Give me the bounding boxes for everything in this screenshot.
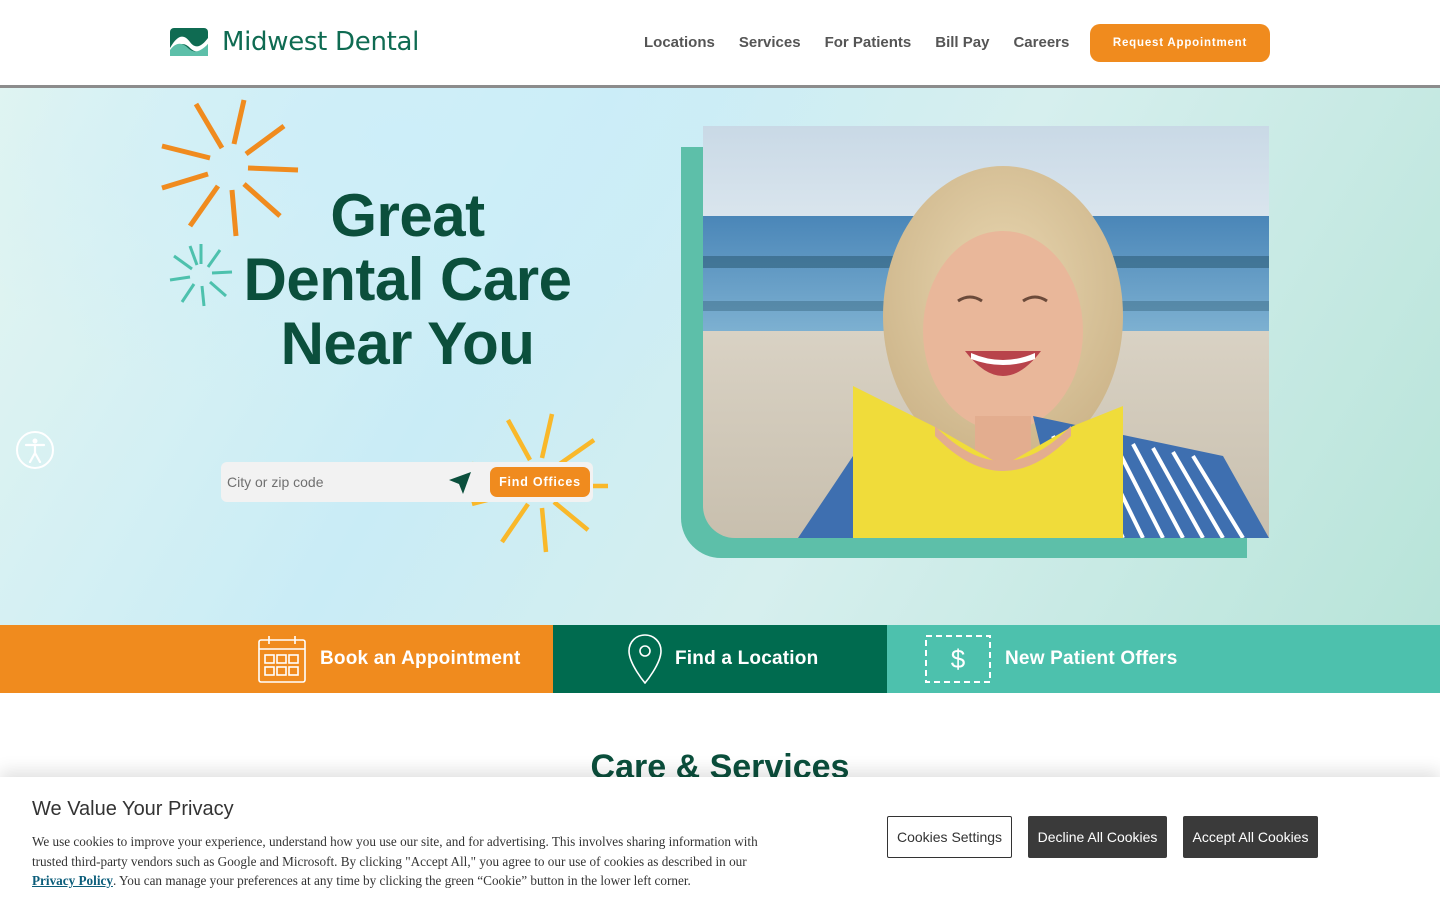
headline-line: Great (330, 182, 485, 249)
cookie-text-part: We use cookies to improve your experienc… (32, 834, 758, 869)
dollar-coupon-icon: $ (925, 635, 991, 683)
find-offices-button[interactable]: Find Offices (490, 467, 590, 497)
nav-careers[interactable]: Careers (1013, 32, 1069, 54)
cookie-text: We use cookies to improve your experienc… (32, 832, 792, 891)
map-pin-icon (628, 634, 662, 684)
nav-for-patients[interactable]: For Patients (825, 32, 912, 54)
cookie-text-part: . You can manage your preferences at any… (112, 873, 691, 888)
request-appointment-button[interactable]: Request Appointment (1090, 24, 1270, 62)
cookie-banner: We Value Your Privacy We use cookies to … (0, 777, 1440, 900)
accessibility-button[interactable] (16, 431, 54, 469)
brand-name: Midwest Dental (222, 27, 420, 57)
find-location-label: Find a Location (675, 648, 819, 669)
svg-text:$: $ (951, 644, 966, 674)
location-arrow-icon[interactable] (448, 471, 472, 495)
new-patient-offers-label: New Patient Offers (1005, 648, 1178, 669)
search-input[interactable] (221, 462, 441, 502)
privacy-policy-link[interactable]: Privacy Policy (32, 873, 113, 888)
find-location-cta[interactable]: Find a Location (553, 625, 887, 693)
nav-services[interactable]: Services (739, 32, 801, 54)
accessibility-icon (24, 438, 46, 463)
nav-bill-pay[interactable]: Bill Pay (935, 32, 989, 54)
headline-line: Near You (280, 310, 535, 377)
cookies-settings-button[interactable]: Cookies Settings (887, 816, 1012, 858)
hero-headline: Great Dental Care Near You (200, 184, 615, 376)
nav-locations[interactable]: Locations (644, 32, 715, 54)
main-nav: Locations Services For Patients Bill Pay… (644, 32, 1093, 54)
calendar-icon (258, 636, 306, 683)
cookie-title: We Value Your Privacy (32, 798, 234, 820)
new-patient-offers-cta[interactable]: $ New Patient Offers (887, 625, 1440, 693)
book-appointment-label: Book an Appointment (320, 648, 521, 669)
location-search: Find Offices (221, 462, 593, 502)
brand-logo[interactable]: Midwest Dental (170, 28, 419, 56)
decline-cookies-button[interactable]: Decline All Cookies (1028, 816, 1167, 858)
book-appointment-cta[interactable]: Book an Appointment (0, 625, 553, 693)
mountain-logo-icon (170, 28, 208, 56)
headline-line: Dental Care (243, 246, 572, 313)
accept-cookies-button[interactable]: Accept All Cookies (1183, 816, 1318, 858)
hero-section: Great Dental Care Near You Find Offices (0, 88, 1440, 625)
hero-photo (703, 126, 1269, 538)
site-header: Midwest Dental Locations Services For Pa… (0, 0, 1440, 88)
